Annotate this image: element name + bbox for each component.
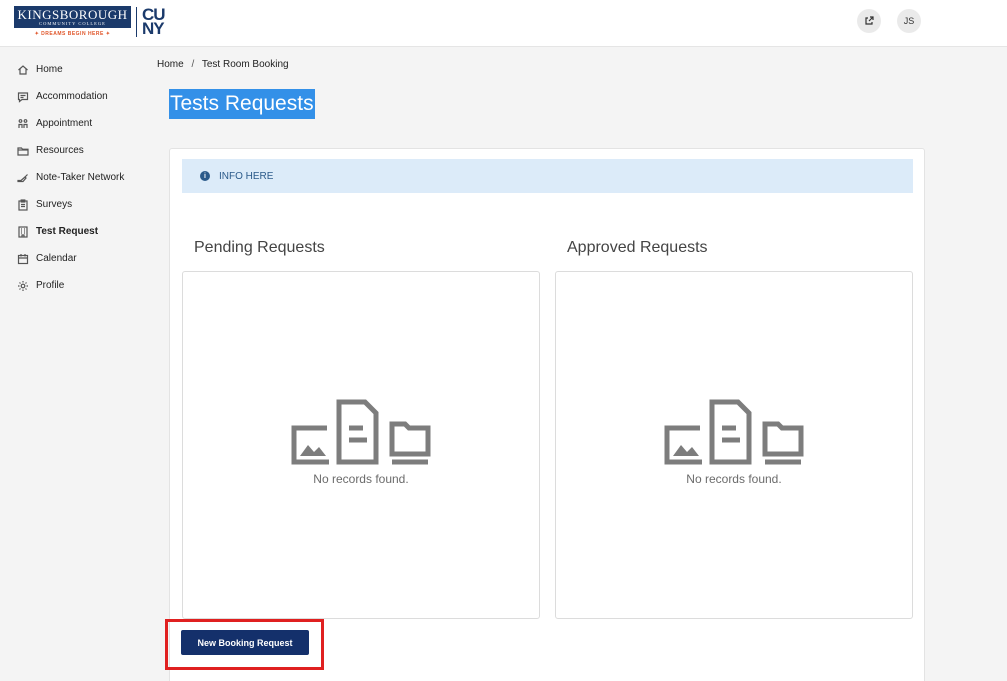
no-records-icon xyxy=(291,399,431,465)
sidebar-item-appointment[interactable]: Appointment xyxy=(0,110,148,137)
requests-card: i INFO HERE Pending Requests Approved Re… xyxy=(169,148,925,681)
sidebar-item-calendar[interactable]: Calendar xyxy=(0,245,148,272)
sidebar-item-test-request[interactable]: Test Request xyxy=(0,218,148,245)
hand-icon xyxy=(17,173,28,182)
sidebar-item-label: Test Request xyxy=(36,226,99,237)
college-logo[interactable]: KINGSBOROUGH COMMUNITY COLLEGE ✦ DREAMS … xyxy=(14,6,174,37)
gear-icon xyxy=(18,280,28,291)
sidebar-item-accommodation[interactable]: Accommodation xyxy=(0,83,148,110)
home-icon xyxy=(18,64,28,75)
sidebar-item-note-taker-network[interactable]: Note-Taker Network xyxy=(0,164,148,191)
college-name: KINGSBOROUGH xyxy=(17,7,128,22)
external-link-button[interactable] xyxy=(857,9,881,33)
pending-empty-state: No records found. xyxy=(183,398,539,486)
no-records-icon xyxy=(664,399,804,465)
approved-requests-panel: No records found. xyxy=(555,271,913,619)
sidebar-item-home[interactable]: Home xyxy=(0,56,148,83)
sidebar-item-label: Home xyxy=(36,64,63,75)
kingsborough-logo: KINGSBOROUGH COMMUNITY COLLEGE ✦ DREAMS … xyxy=(14,6,131,37)
logo-divider xyxy=(136,6,137,37)
sidebar-item-label: Accommodation xyxy=(36,91,108,102)
clipboard-icon xyxy=(18,198,28,211)
sidebar-item-label: Profile xyxy=(36,280,65,291)
college-tagline: ✦ DREAMS BEGIN HERE ✦ xyxy=(34,31,111,37)
sidebar-item-label: Calendar xyxy=(36,253,77,264)
approved-requests-title: Approved Requests xyxy=(567,239,708,256)
building-icon xyxy=(18,225,28,238)
info-icon: i xyxy=(200,171,210,181)
breadcrumb-separator: / xyxy=(191,59,195,70)
pending-requests-title: Pending Requests xyxy=(194,239,325,256)
calendar-icon xyxy=(17,253,29,264)
people-icon xyxy=(18,118,28,128)
folder-icon xyxy=(17,146,29,156)
pending-requests-panel: No records found. xyxy=(182,271,540,619)
external-link-icon xyxy=(865,16,874,25)
user-avatar[interactable]: JS xyxy=(897,9,921,33)
sidebar-item-label: Appointment xyxy=(36,118,93,129)
page-title: Tests Requests xyxy=(169,89,315,119)
breadcrumb: Home / Test Room Booking xyxy=(157,59,289,70)
sidebar-item-label: Surveys xyxy=(36,199,73,210)
info-banner: i INFO HERE xyxy=(182,159,913,193)
empty-text: No records found. xyxy=(686,472,782,486)
breadcrumb-home[interactable]: Home xyxy=(157,59,184,70)
breadcrumb-current: Test Room Booking xyxy=(201,59,289,70)
sidebar-item-surveys[interactable]: Surveys xyxy=(0,191,148,218)
chat-icon xyxy=(17,91,29,103)
approved-empty-state: No records found. xyxy=(556,398,912,486)
empty-text: No records found. xyxy=(313,472,409,486)
sidebar-item-label: Note-Taker Network xyxy=(36,172,125,183)
new-booking-request-button[interactable]: New Booking Request xyxy=(181,630,309,655)
top-header: KINGSBOROUGH COMMUNITY COLLEGE ✦ DREAMS … xyxy=(0,0,1007,47)
sidebar-item-label: Resources xyxy=(36,145,84,156)
sidebar-item-profile[interactable]: Profile xyxy=(0,272,148,299)
sidebar-item-resources[interactable]: Resources xyxy=(0,137,148,164)
sidebar-nav: Home Accommodation Appointment Resources… xyxy=(0,56,148,299)
info-text: INFO HERE xyxy=(219,170,274,182)
cuny-logo: CU NY xyxy=(142,4,166,38)
